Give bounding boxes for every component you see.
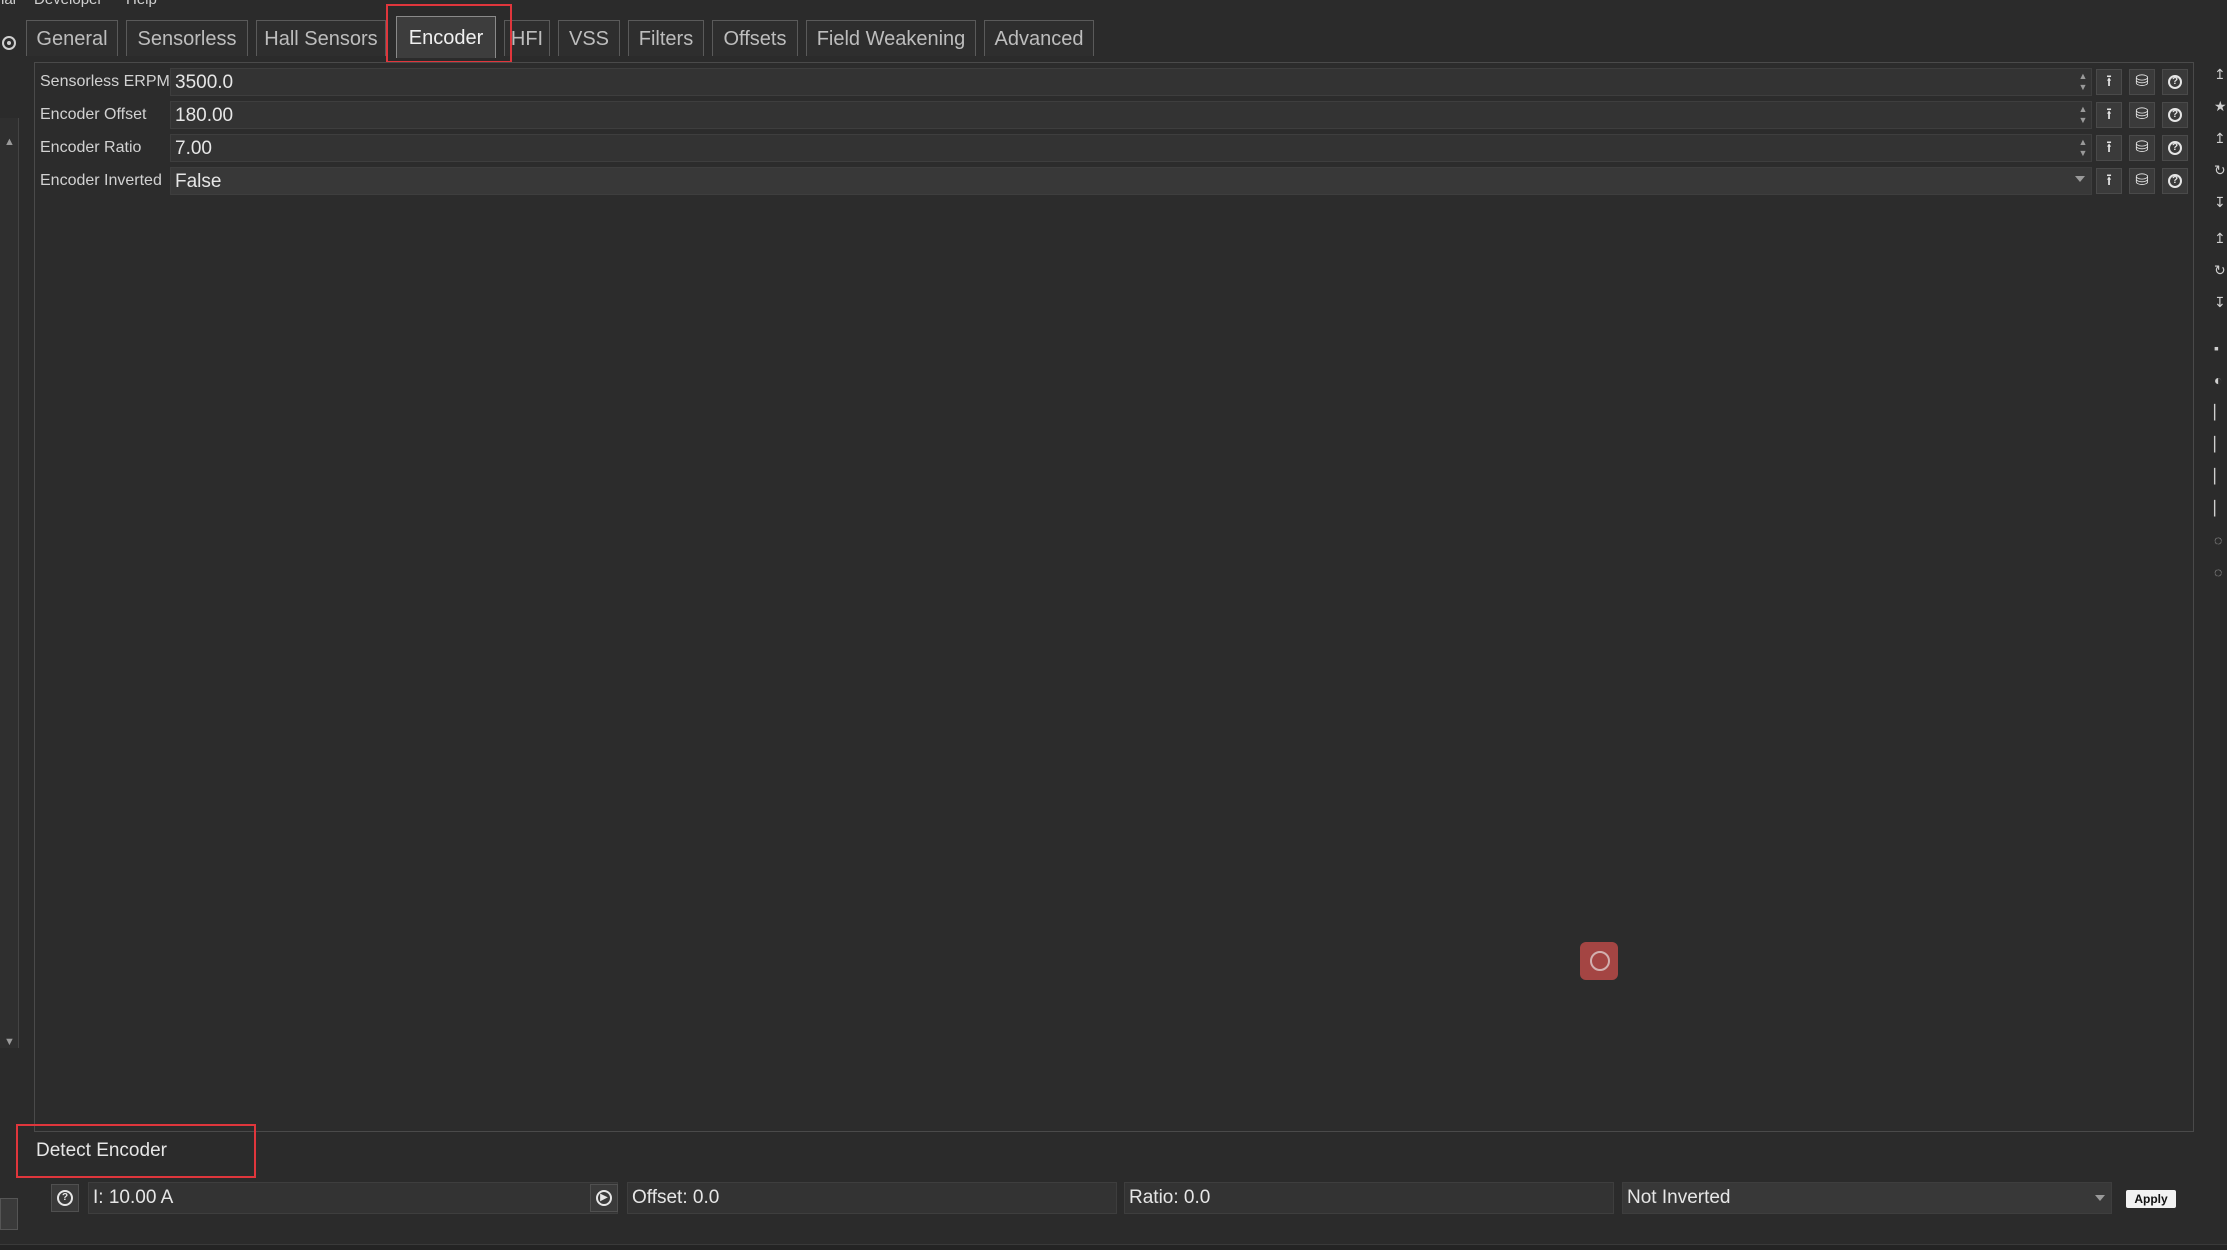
spinbox-arrows-icon[interactable]: ▲▼ <box>2077 104 2089 126</box>
toolbar-icon-12[interactable]: ▏ <box>2214 436 2225 453</box>
param-value: False <box>175 171 222 192</box>
tab-bar: General Sensorless Hall Sensors Encoder … <box>0 8 2227 58</box>
toolbar-icon-2[interactable]: ★ <box>2214 98 2227 115</box>
run-detection-button[interactable]: ▶ <box>590 1184 618 1212</box>
param-value: 180.00 <box>175 105 234 126</box>
detect-encoder-title: Detect Encoder <box>36 1140 167 1161</box>
param-label: Encoder Ratio <box>40 139 142 156</box>
tab-filters[interactable]: Filters <box>628 20 704 56</box>
menu-item-developer[interactable]: Developer <box>34 0 102 8</box>
spinbox-arrows-icon[interactable]: ▲▼ <box>2077 71 2089 93</box>
database-icon[interactable]: ⛁ <box>2129 102 2155 128</box>
status-bar <box>0 1244 2227 1250</box>
upload-icon[interactable]: ⭱ <box>2096 135 2122 161</box>
left-scrollbar[interactable]: ▲ ▼ <box>0 118 19 1048</box>
tab-hfi[interactable]: HFI <box>504 20 550 56</box>
toolbar-icon-13[interactable]: ▏ <box>2214 468 2225 485</box>
help-icon[interactable]: ? <box>2162 168 2188 194</box>
param-label: Encoder Inverted <box>40 172 162 189</box>
help-icon[interactable]: ? <box>51 1184 79 1212</box>
toolbar-icon-8[interactable]: ↧ <box>2214 294 2226 311</box>
spinbox-arrows-icon[interactable]: ▲▼ <box>2077 137 2089 159</box>
chevron-down-icon[interactable] <box>2075 176 2085 182</box>
param-row-encoder-offset: Encoder Offset 180.00 ▲ ▼ ⭱ ⛁ ? <box>36 100 2194 130</box>
apply-button[interactable]: Apply <box>2126 1190 2176 1208</box>
database-icon[interactable]: ⛁ <box>2129 135 2155 161</box>
encoder-ratio-input[interactable]: 7.00 ▲ ▼ <box>170 134 2092 162</box>
tab-sensorless[interactable]: Sensorless <box>126 20 248 56</box>
toolbar-icon-14[interactable]: ▏ <box>2214 500 2225 517</box>
toolbar-icon-9[interactable]: ▪ <box>2214 340 2219 356</box>
toolbar-icon-5[interactable]: ↧ <box>2214 194 2226 211</box>
encoder-offset-input[interactable]: 180.00 ▲ ▼ <box>170 101 2092 129</box>
param-value: 7.00 <box>175 138 212 159</box>
left-side-button[interactable] <box>0 1198 18 1230</box>
inverted-result-select[interactable]: Not Inverted <box>1622 1182 2112 1214</box>
tab-general[interactable]: General <box>26 20 118 56</box>
encoder-inverted-select[interactable]: False <box>170 167 2092 195</box>
inverted-result-value: Not Inverted <box>1627 1187 1731 1208</box>
toolbar-icon-11[interactable]: ▏ <box>2214 404 2225 421</box>
database-icon[interactable]: ⛁ <box>2129 69 2155 95</box>
close-tab-icon[interactable] <box>2 36 16 50</box>
upload-icon[interactable]: ⭱ <box>2096 69 2122 95</box>
toolbar-icon-7[interactable]: ↻ <box>2214 262 2226 279</box>
toolbar-icon-10[interactable]: ◐ <box>2214 372 2222 388</box>
tab-hall-sensors[interactable]: Hall Sensors <box>256 20 386 56</box>
upload-icon[interactable]: ⭱ <box>2096 102 2122 128</box>
tab-field-weakening[interactable]: Field Weakening <box>806 20 976 56</box>
ratio-result-field: Ratio: 0.0 <box>1124 1182 1614 1214</box>
ratio-result-value: Ratio: 0.0 <box>1129 1187 1211 1208</box>
tab-offsets[interactable]: Offsets <box>712 20 798 56</box>
param-row-encoder-inverted: Encoder Inverted False ⭱ ⛁ ? <box>36 166 2194 196</box>
toolbar-icon-6[interactable]: ↥ <box>2214 230 2226 247</box>
help-icon[interactable]: ? <box>2162 135 2188 161</box>
offset-result-field: Offset: 0.0 <box>627 1182 1117 1214</box>
search-overlay-icon[interactable] <box>1580 942 1618 980</box>
scroll-down-icon[interactable]: ▼ <box>4 1036 15 1048</box>
toolbar-icon-4[interactable]: ↻ <box>2214 162 2226 179</box>
chevron-down-icon[interactable] <box>2095 1195 2105 1201</box>
menu-bar: nal Developer Help <box>0 0 2227 8</box>
encoder-parameter-panel <box>34 62 2194 1132</box>
sensorless-erpm-input[interactable]: 3500.0 ▲ ▼ <box>170 68 2092 96</box>
menu-item-help[interactable]: Help <box>126 0 157 8</box>
database-icon[interactable]: ⛁ <box>2129 168 2155 194</box>
menu-item-terminal[interactable]: nal <box>0 0 16 8</box>
help-icon[interactable]: ? <box>2162 102 2188 128</box>
param-value: 3500.0 <box>175 72 234 93</box>
param-row-sensorless-erpm: Sensorless ERPM 3500.0 ▲ ▼ ⭱ ⛁ ? <box>36 67 2194 97</box>
param-row-encoder-ratio: Encoder Ratio 7.00 ▲ ▼ ⭱ ⛁ ? <box>36 133 2194 163</box>
detect-current-value: I: 10.00 A <box>93 1187 174 1208</box>
toolbar-icon-16[interactable]: ◌ <box>2214 564 2222 580</box>
offset-result-value: Offset: 0.0 <box>632 1187 720 1208</box>
tab-encoder[interactable]: Encoder <box>396 16 496 58</box>
right-toolbar: ↥ ★ ↥ ↻ ↧ ↥ ↻ ↧ ▪ ◐ ▏ ▏ ▏ ▏ ◌ ◌ <box>2212 60 2227 1060</box>
upload-icon[interactable]: ⭱ <box>2096 168 2122 194</box>
scroll-up-icon[interactable]: ▲ <box>4 136 15 148</box>
detect-encoder-controls: ? I: 10.00 A ▲▼ ▶ Offset: 0.0 Ratio: 0.0… <box>36 1180 2196 1216</box>
tab-advanced[interactable]: Advanced <box>984 20 1094 56</box>
param-label: Sensorless ERPM <box>40 73 170 90</box>
tab-vss[interactable]: VSS <box>558 20 620 56</box>
toolbar-icon-1[interactable]: ↥ <box>2214 66 2226 83</box>
help-icon[interactable]: ? <box>2162 69 2188 95</box>
param-label: Encoder Offset <box>40 106 147 123</box>
detect-current-input[interactable]: I: 10.00 A ▲▼ <box>88 1182 618 1214</box>
toolbar-icon-15[interactable]: ◌ <box>2214 532 2222 548</box>
toolbar-icon-3[interactable]: ↥ <box>2214 130 2226 147</box>
